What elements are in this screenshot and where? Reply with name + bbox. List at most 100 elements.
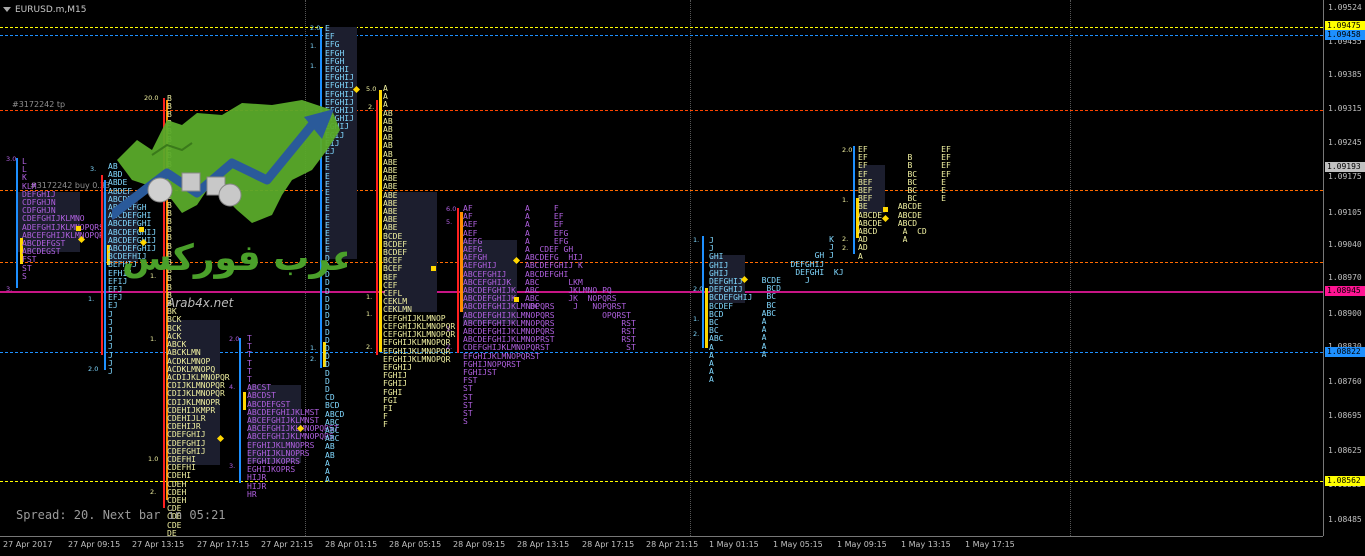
time-tick: 28 Apr 13:15 xyxy=(517,540,570,549)
tpo-count-label: 3.0 xyxy=(6,155,17,163)
tpo-count-label: 3. xyxy=(90,165,97,173)
blue-range-bar xyxy=(853,146,855,254)
tpo-count-label: 1. xyxy=(310,62,317,70)
price-tick: 1.09040 xyxy=(1328,240,1362,249)
marker-square xyxy=(514,297,519,302)
time-tick: 27 Apr 21:15 xyxy=(261,540,314,549)
day-separator xyxy=(1070,0,1071,536)
tpo-count-label: 2.0 xyxy=(88,365,99,373)
tpo-letters: A F A EF A EF A EFG A EFG A CDEF GH ABCD… xyxy=(525,204,636,353)
tpo-count-label: 2.0 xyxy=(693,285,704,293)
tpo-count-label: 1. xyxy=(842,196,849,204)
tpo-count-label: 2. xyxy=(693,330,700,338)
tpo-count-label: 2. xyxy=(446,343,453,351)
time-tick: 1 May 13:15 xyxy=(901,540,951,549)
price-tick: 1.09385 xyxy=(1328,70,1362,79)
tpo-count-label: 2. xyxy=(842,244,849,252)
spread-info: Spread: 20. Next bar in 05:21 xyxy=(16,508,226,522)
price-tick: 1.09245 xyxy=(1328,138,1362,147)
time-tick: 1 May 17:15 xyxy=(965,540,1015,549)
tpo-count-label: 3. xyxy=(6,285,13,293)
ib-bar xyxy=(379,90,382,352)
tpo-count-label: 5.0 xyxy=(366,85,377,93)
time-tick: 1 May 05:15 xyxy=(773,540,823,549)
tpo-letters: K J GH J DEFGHIJ DEFGHI KJ BCDE J BCD BC… xyxy=(761,235,844,359)
red-range-bar xyxy=(101,175,103,355)
tpo-count-label: 5. xyxy=(446,218,453,226)
time-axis[interactable]: 27 Apr 2017 27 Apr 09:15 27 Apr 13:15 27… xyxy=(0,536,1323,556)
tpo-count-label: 2. xyxy=(842,235,849,243)
time-tick: 27 Apr 17:15 xyxy=(197,540,250,549)
time-tick: 27 Apr 09:15 xyxy=(68,540,121,549)
tpo-count-label: 1. xyxy=(693,236,700,244)
tpo-profile: EF EF EF EF BEF BEF BEF BE ABCDE ABCDE A… xyxy=(858,145,883,261)
tpo-count-label: 1. xyxy=(310,344,317,352)
day-separator xyxy=(690,0,691,536)
tpo-letters: EF B EF B EF BC EF BC E BC E BC E ABCDE … xyxy=(897,145,951,245)
price-tick: 1.09105 xyxy=(1328,208,1362,217)
marker-diamond xyxy=(881,214,890,223)
time-tick: 28 Apr 05:15 xyxy=(389,540,442,549)
tpo-count-label: 4. xyxy=(229,383,236,391)
ib-bar xyxy=(243,392,246,410)
time-tick: 27 Apr 13:15 xyxy=(132,540,185,549)
red-range-bar xyxy=(376,100,378,355)
time-tick: 27 Apr 2017 xyxy=(3,540,53,549)
ib-bar xyxy=(705,288,708,348)
symbol-timeframe-label[interactable]: EURUSD.m,M15 xyxy=(3,3,86,17)
tpo-count-label: 2. xyxy=(366,343,373,351)
price-axis[interactable]: 1.09524 1.09455 1.09385 1.09315 1.09245 … xyxy=(1323,0,1365,536)
tpo-count-label: 2.0 xyxy=(229,335,240,343)
time-tick: 28 Apr 09:15 xyxy=(453,540,506,549)
time-tick: 1 May 01:15 xyxy=(709,540,759,549)
price-tick: 1.09315 xyxy=(1328,104,1362,113)
price-tag-buy: 1.08945 xyxy=(1325,286,1365,296)
blue-level-line-top[interactable] xyxy=(0,35,1323,36)
red-range-bar xyxy=(457,208,459,353)
tpo-count-label: 2.0 xyxy=(842,146,853,154)
time-tick: 1 May 09:15 xyxy=(837,540,887,549)
poc-bar xyxy=(16,158,18,288)
price-tick: 1.08900 xyxy=(1328,309,1362,318)
tpo-count-label: 1. xyxy=(366,293,373,301)
marker-square xyxy=(76,226,81,231)
tpo-count-label: 3. xyxy=(229,462,236,470)
tpo-count-label: 2. xyxy=(368,103,375,111)
tpo-count-label: 1. xyxy=(88,295,95,303)
tpo-count-label: 2.0 xyxy=(310,24,321,32)
time-tick: 28 Apr 01:15 xyxy=(325,540,378,549)
tpo-count-label: 1. xyxy=(693,315,700,323)
tpo-profile: A A A AB AB AB AB AB AB ABE ABE ABE ABE … xyxy=(383,84,456,430)
price-tick: 1.09524 xyxy=(1328,3,1362,12)
marker-square xyxy=(431,266,436,271)
chart-window[interactable]: EURUSD.m,M15 #3172242 tp #3172242 buy 0.… xyxy=(0,0,1365,556)
price-tick: 1.08485 xyxy=(1328,515,1362,524)
blue-range-bar xyxy=(104,180,106,370)
price-tick: 1.08760 xyxy=(1328,377,1362,386)
chart-area[interactable]: EURUSD.m,M15 #3172242 tp #3172242 buy 0.… xyxy=(0,0,1323,546)
symbol-text: EURUSD.m,M15 xyxy=(15,5,87,15)
time-tick: 28 Apr 21:15 xyxy=(646,540,699,549)
tpo-count-label: 6.0 xyxy=(446,205,457,213)
price-tag-blue-bottom: 1.08822 xyxy=(1325,347,1365,357)
yellow-level-line-top[interactable] xyxy=(0,27,1323,28)
tpo-count-label: 2. xyxy=(150,488,157,496)
marker-square xyxy=(883,207,888,212)
time-tick: 28 Apr 17:15 xyxy=(582,540,635,549)
tpo-count-label: 1. xyxy=(150,335,157,343)
price-tick: 1.08625 xyxy=(1328,446,1362,455)
tpo-count-label: 1.0 xyxy=(148,455,159,463)
logo-arabic-text: عرب فوركس xyxy=(122,238,347,279)
price-tag-yellow-bottom: 1.08562 xyxy=(1325,476,1365,486)
price-tag-blue-top: 1.09458 xyxy=(1325,30,1365,40)
logo-url-text: Arab4x.net xyxy=(166,296,235,310)
price-tick: 1.09175 xyxy=(1328,172,1362,181)
blue-range-bar xyxy=(239,338,241,483)
tpo-count-label: 1. xyxy=(310,42,317,50)
tpo-profile: J J GHI GHIJ GHIJ DEFGHIJ DEFGHIJ BCDEFG… xyxy=(709,236,753,385)
price-tag-current: 1.09193 xyxy=(1325,162,1365,172)
tp-order-label[interactable]: #3172242 tp xyxy=(12,100,65,109)
price-tick: 1.08970 xyxy=(1328,273,1362,282)
chevron-down-icon[interactable] xyxy=(3,7,11,12)
watermark-logo: عرب فوركس Arab4x.net xyxy=(112,100,347,310)
